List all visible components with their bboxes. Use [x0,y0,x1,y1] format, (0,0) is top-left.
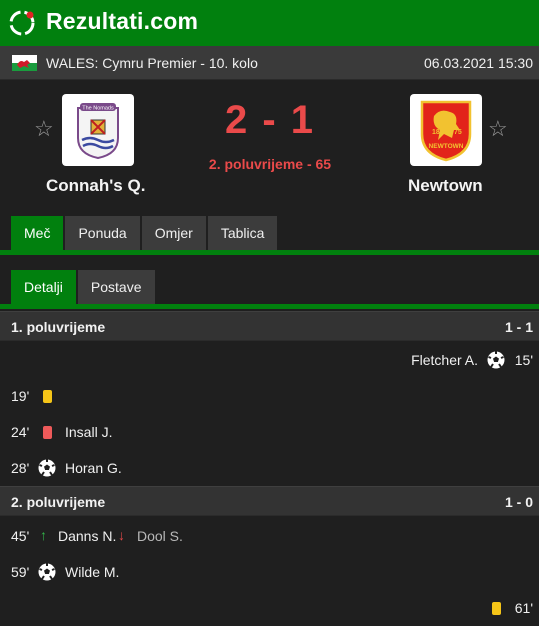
section-score: 1 - 1 [504,319,533,335]
section-score: 1 - 0 [504,494,533,510]
match-status: 2. poluvrijeme - 65 [208,156,332,172]
league-bar: WALES: Cymru Premier - 10. kolo 06.03.20… [0,46,539,80]
soccer-swirl-icon[interactable] [8,9,36,37]
incident-row: 24' Insall J. [0,414,539,450]
wales-flag-icon [12,55,37,71]
incident-row: 28' Horan G. [0,450,539,486]
red-card-icon [43,426,52,439]
crest-year-right: 75 [454,129,462,136]
incident-minute: 45' [11,528,30,544]
tab-detalji[interactable]: Detalji [11,270,76,304]
incident-minute: 24' [11,424,30,440]
home-crest-text: The Nomads [82,106,114,112]
incident-player[interactable]: Insall J. [65,424,112,440]
home-team-name[interactable]: Connah's Q. [46,176,145,196]
sub-tabs: Detalji Postave [11,270,155,304]
league-name[interactable]: WALES: Cymru Premier - 10. kolo [46,55,258,71]
tabs-divider [0,250,539,255]
soccer-ball-icon [487,351,505,369]
match-datetime: 06.03.2021 15:30 [424,55,533,71]
incident-player-in[interactable]: Danns N. [58,528,116,544]
incident-player[interactable]: Wilde M. [65,564,119,580]
scoreboard: ☆ The Nomads 2 - 1 2. poluvrijeme - 65 1… [0,80,539,206]
incident-minute: 15' [514,352,533,368]
tab-postave[interactable]: Postave [77,270,155,304]
section-header-second-half: 2. poluvrijeme 1 - 0 [0,486,539,516]
away-crest-text: NEWTOWN [429,143,464,150]
incident-row: 45' ↑ Danns N. ↓ Dool S. [0,518,539,554]
soccer-ball-icon [38,459,56,477]
tab-tablica[interactable]: Tablica [207,216,278,250]
yellow-card-icon [43,390,52,403]
incident-minute: 19' [11,388,30,404]
match-score: 2 - 1 [224,98,316,142]
incident-row: 59' Wilde M. [0,554,539,590]
tab-omjer[interactable]: Omjer [141,216,206,250]
section-title: 2. poluvrijeme [11,494,106,510]
home-team-logo[interactable]: The Nomads [62,94,134,166]
away-crest-icon: 18 75 NEWTOWN [420,100,472,162]
arrow-up-icon: ↑ [40,527,47,543]
soccer-ball-icon [38,563,56,581]
home-crest-icon: The Nomads [77,103,119,160]
incident-minute: 28' [11,460,30,476]
yellow-card-icon [492,602,501,615]
crest-year-left: 18 [432,129,440,136]
incident-row: 19' [0,378,539,414]
favorite-star-icon[interactable]: ☆ [34,118,54,140]
incident-player[interactable]: Horan G. [65,460,122,476]
top-bar: Rezultati.com [0,0,539,46]
tab-mec[interactable]: Meč [11,216,64,250]
tab-ponuda[interactable]: Ponuda [65,216,140,250]
incident-player-out[interactable]: Dool S. [137,528,183,544]
section-title: 1. poluvrijeme [11,319,106,335]
incident-row: Fletcher A. 15' [0,342,539,378]
incident-minute: 61' [514,600,533,616]
main-tabs: Meč Ponuda Omjer Tablica [11,216,278,250]
arrow-down-icon: ↓ [118,527,125,543]
incident-player[interactable]: Fletcher A. [411,352,478,368]
away-team-logo[interactable]: 18 75 NEWTOWN [410,94,482,166]
brand-logo-text[interactable]: Rezultati.com [46,8,198,35]
favorite-star-icon[interactable]: ☆ [488,118,508,140]
incident-row: 61' [0,590,539,626]
subtabs-divider [0,304,539,309]
incident-minute: 59' [11,564,30,580]
section-header-first-half: 1. poluvrijeme 1 - 1 [0,311,539,341]
away-team-name[interactable]: Newtown [408,176,483,196]
